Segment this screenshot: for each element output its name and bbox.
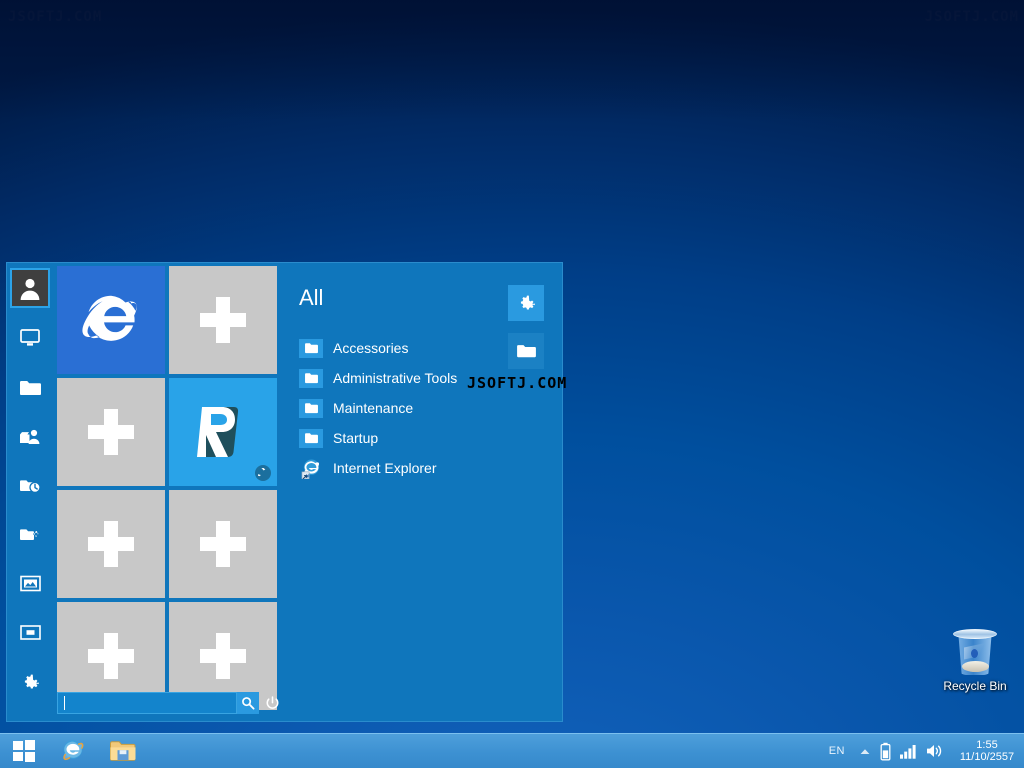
rail-item-settings-folder[interactable] bbox=[11, 515, 49, 553]
app-list-item-label: Maintenance bbox=[333, 400, 413, 416]
folder-clock-icon bbox=[19, 476, 41, 494]
rail-item-settings[interactable] bbox=[11, 662, 49, 700]
plus-icon bbox=[88, 633, 134, 679]
chevron-up-icon bbox=[859, 747, 871, 756]
app-list-item-label: Startup bbox=[333, 430, 378, 446]
plus-icon bbox=[200, 633, 246, 679]
settings-button[interactable] bbox=[508, 285, 544, 321]
desktop-icon-label: Recycle Bin bbox=[937, 679, 1013, 693]
internet-explorer-icon bbox=[74, 283, 148, 357]
monitor-icon bbox=[20, 329, 40, 347]
tile-empty-placeholder[interactable] bbox=[57, 378, 165, 486]
start-button[interactable] bbox=[0, 734, 48, 768]
tray-network-button[interactable] bbox=[900, 744, 917, 759]
folder-icon bbox=[299, 339, 323, 358]
tile-empty-placeholder[interactable] bbox=[57, 490, 165, 598]
folder-icon bbox=[516, 343, 537, 359]
start-menu[interactable]: All Accessories bbox=[6, 262, 563, 722]
tile-empty-placeholder[interactable] bbox=[169, 490, 277, 598]
user-folder-icon bbox=[19, 427, 41, 445]
rail-item-pictures[interactable] bbox=[11, 564, 49, 602]
revo-logo-icon bbox=[186, 395, 260, 469]
internet-explorer-shortcut-icon bbox=[299, 459, 323, 478]
user-avatar-icon bbox=[17, 275, 43, 301]
all-pane-actions bbox=[508, 285, 544, 369]
start-menu-rail bbox=[7, 263, 53, 721]
plus-icon bbox=[88, 409, 134, 455]
search-icon bbox=[241, 696, 255, 710]
folder-button[interactable] bbox=[508, 333, 544, 369]
search-input[interactable] bbox=[65, 694, 236, 712]
folder-icon bbox=[299, 429, 323, 448]
windows-logo-icon bbox=[13, 740, 35, 762]
rail-item-display[interactable] bbox=[11, 613, 49, 651]
gear-icon bbox=[515, 292, 537, 314]
clock-date: 11/10/2557 bbox=[956, 751, 1018, 763]
start-menu-tiles bbox=[53, 263, 281, 721]
plus-icon bbox=[200, 521, 246, 567]
plus-icon bbox=[88, 521, 134, 567]
clock-time: 1:55 bbox=[956, 739, 1018, 751]
start-menu-search-row bbox=[57, 692, 285, 714]
watermark-top-right: JSOFTJ.COM bbox=[925, 9, 1019, 25]
revo-refresh-badge-icon bbox=[255, 465, 271, 481]
tray-language-indicator[interactable]: EN bbox=[829, 745, 845, 757]
file-explorer-icon bbox=[109, 739, 137, 763]
taskbar-item-internet-explorer[interactable] bbox=[48, 734, 98, 768]
rail-item-recent[interactable] bbox=[11, 466, 49, 504]
taskbar-item-file-explorer[interactable] bbox=[98, 734, 148, 768]
all-apps-pane: All Accessories bbox=[281, 263, 562, 721]
tile-empty-placeholder[interactable] bbox=[169, 266, 277, 374]
folder-icon bbox=[19, 379, 41, 396]
app-list-item[interactable]: Internet Explorer bbox=[299, 453, 562, 483]
search-button[interactable] bbox=[237, 692, 259, 714]
power-icon bbox=[265, 696, 280, 711]
taskbar-clock[interactable]: 1:55 11/10/2557 bbox=[956, 739, 1018, 763]
gear-icon bbox=[20, 671, 41, 692]
watermark-top-left: JSOFTJ.COM bbox=[8, 9, 102, 25]
speaker-icon bbox=[926, 743, 944, 759]
internet-explorer-icon bbox=[60, 738, 86, 764]
signal-bars-icon bbox=[900, 744, 917, 759]
system-tray: EN bbox=[829, 734, 1024, 768]
tile-internet-explorer[interactable] bbox=[57, 266, 165, 374]
rail-item-desktop[interactable] bbox=[11, 319, 49, 357]
rail-item-user-folder[interactable] bbox=[11, 417, 49, 455]
plus-icon bbox=[200, 297, 246, 343]
app-list-item-label: Accessories bbox=[333, 340, 408, 356]
rail-item-user-avatar[interactable] bbox=[11, 269, 49, 307]
desktop-background[interactable]: JSOFTJ.COM JSOFTJ.COM Recycle Bin bbox=[0, 0, 1024, 768]
tray-battery-button[interactable] bbox=[880, 742, 891, 761]
rail-item-documents[interactable] bbox=[11, 368, 49, 406]
taskbar: EN bbox=[0, 733, 1024, 768]
app-list-item-label: Internet Explorer bbox=[333, 460, 437, 476]
folder-gear-icon bbox=[19, 525, 41, 543]
desktop-icon-recycle-bin[interactable]: Recycle Bin bbox=[937, 625, 1013, 701]
recycle-bin-icon bbox=[952, 625, 998, 677]
app-list-item-label: Administrative Tools bbox=[333, 370, 457, 386]
search-box[interactable] bbox=[57, 692, 237, 714]
battery-icon bbox=[880, 742, 891, 761]
picture-frame-icon bbox=[20, 575, 41, 592]
app-list-item[interactable]: Startup bbox=[299, 423, 562, 453]
folder-icon bbox=[299, 399, 323, 418]
tray-volume-button[interactable] bbox=[926, 743, 944, 759]
tile-revo-uninstaller[interactable] bbox=[169, 378, 277, 486]
display-icon bbox=[20, 624, 41, 641]
show-hidden-icons-button[interactable] bbox=[859, 747, 871, 756]
folder-icon bbox=[299, 369, 323, 388]
app-list-item[interactable]: Maintenance bbox=[299, 393, 562, 423]
